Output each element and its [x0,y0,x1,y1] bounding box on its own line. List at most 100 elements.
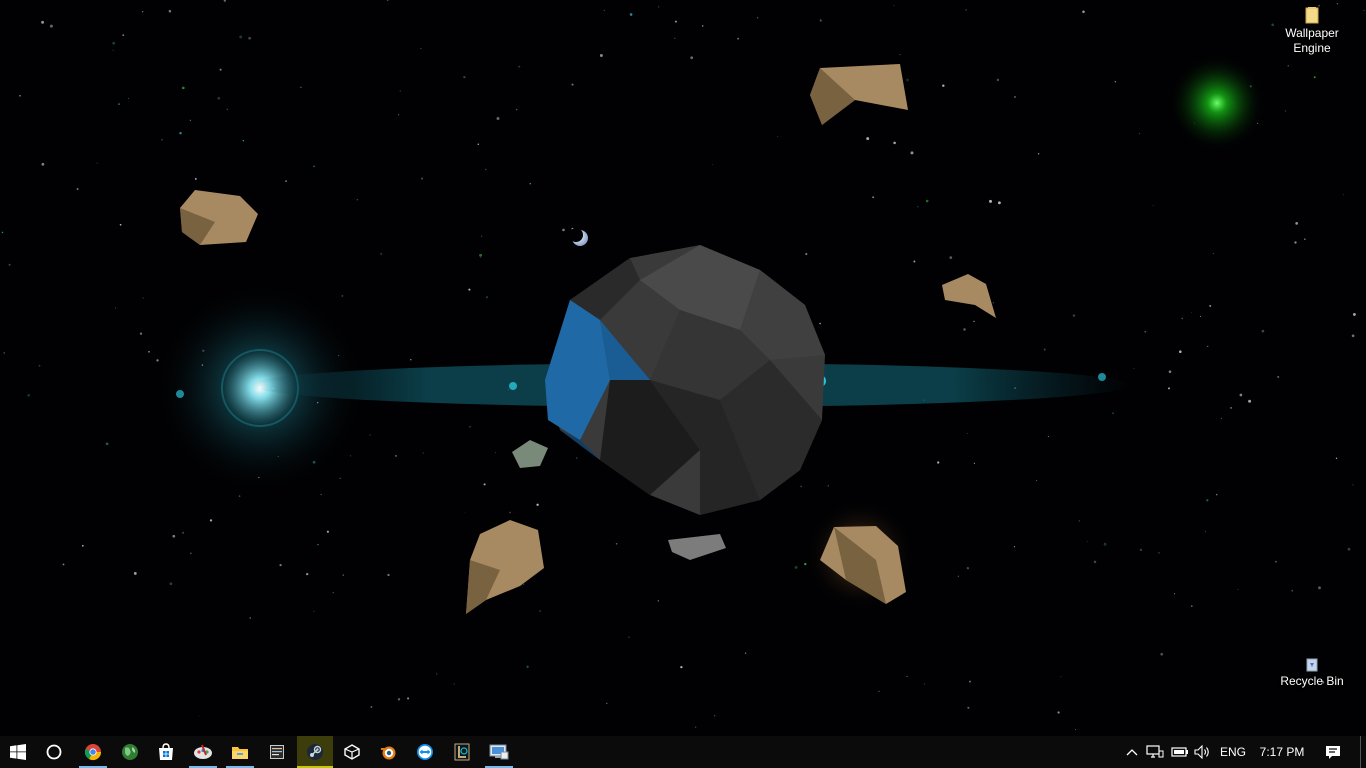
star [1343,194,1345,196]
star [380,253,382,255]
taskbar-app-chrome[interactable] [75,736,111,768]
star [1160,652,1163,656]
store-icon [159,743,173,760]
star [937,461,940,464]
star [1237,588,1239,590]
desktop-icon-label: Recycle Bin [1280,674,1344,688]
star [1112,412,1114,414]
star [1363,9,1365,11]
star [341,294,344,297]
taskbar-app-notepad[interactable] [259,736,295,768]
star [1,231,4,234]
taskbar-app-paint[interactable] [185,736,221,768]
star [523,583,525,586]
star [539,610,541,612]
star [326,530,329,533]
star [1133,367,1135,369]
star [399,90,401,92]
taskbar-app-store[interactable] [148,736,184,768]
star [674,20,677,23]
star [872,196,874,198]
star [387,573,390,577]
star [967,706,970,709]
star [1144,330,1147,333]
taskbar-app-unity[interactable] [334,736,370,768]
desktop-icon-wallpaper-engine[interactable]: Wallpaper Engine [1272,6,1352,56]
show-desktop-button[interactable] [1360,736,1366,768]
star [397,698,401,701]
star [794,565,798,569]
star [1047,436,1049,438]
star [969,680,971,683]
star [76,188,79,190]
star [509,511,511,514]
star [217,97,221,100]
star [680,665,683,669]
taskbar-app-world[interactable] [112,736,148,768]
battery-icon [1171,747,1188,757]
show-hidden-icons-button[interactable] [1121,736,1143,768]
star [1303,238,1306,241]
star [966,566,970,570]
cortana-button[interactable] [36,736,72,768]
star [917,206,919,208]
star [421,177,423,180]
star [19,94,21,97]
taskbar-app-teamviewer[interactable] [407,736,443,768]
star [370,706,373,708]
star [495,452,497,453]
star [1294,241,1297,244]
network-status[interactable] [1144,736,1166,768]
star [776,135,778,137]
star [1284,110,1287,112]
star [599,54,603,57]
star [339,477,341,479]
star [469,426,471,428]
star [756,16,759,19]
star [1173,593,1175,595]
taskbar-app-blender[interactable] [370,736,406,768]
star [1209,304,1212,307]
star [674,37,676,40]
star [41,20,45,24]
star [317,543,319,546]
star [603,9,605,11]
star [1181,317,1184,320]
input-language-indicator[interactable]: ENG [1216,736,1250,768]
taskbar-app-league[interactable] [444,736,480,768]
star [957,575,960,577]
star [1152,205,1154,206]
clock[interactable]: 7:17 PM [1254,736,1310,768]
unity-icon [344,744,360,760]
star [966,432,968,434]
action-center-button[interactable] [1318,736,1348,768]
star [226,108,228,110]
notepad-icon [270,745,284,759]
star [410,358,412,361]
star [420,48,422,50]
taskbar-app-remote-desktop[interactable] [481,736,517,768]
battery-status[interactable] [1169,736,1191,768]
star [1114,80,1117,83]
desktop-icon-recycle-bin[interactable]: Recycle Bin [1272,656,1352,689]
network-icon [1146,745,1164,758]
star [1082,10,1085,13]
star [996,78,1000,82]
star [562,228,565,232]
star [219,68,222,71]
star [1014,96,1016,98]
star [279,563,282,567]
start-button[interactable] [0,736,36,768]
star [127,97,129,99]
taskbar-app-steam[interactable] [297,736,333,768]
paint-icon [194,744,212,759]
taskbar-app-file-explorer[interactable] [222,736,258,768]
volume-control[interactable] [1192,736,1214,768]
star [119,223,122,226]
star [1179,350,1182,354]
star [1086,540,1088,542]
star [8,263,11,266]
desktop[interactable]: Wallpaper Engine Recycle Bin [0,0,1366,736]
star [479,257,481,259]
remote-desktop-icon [489,744,509,760]
